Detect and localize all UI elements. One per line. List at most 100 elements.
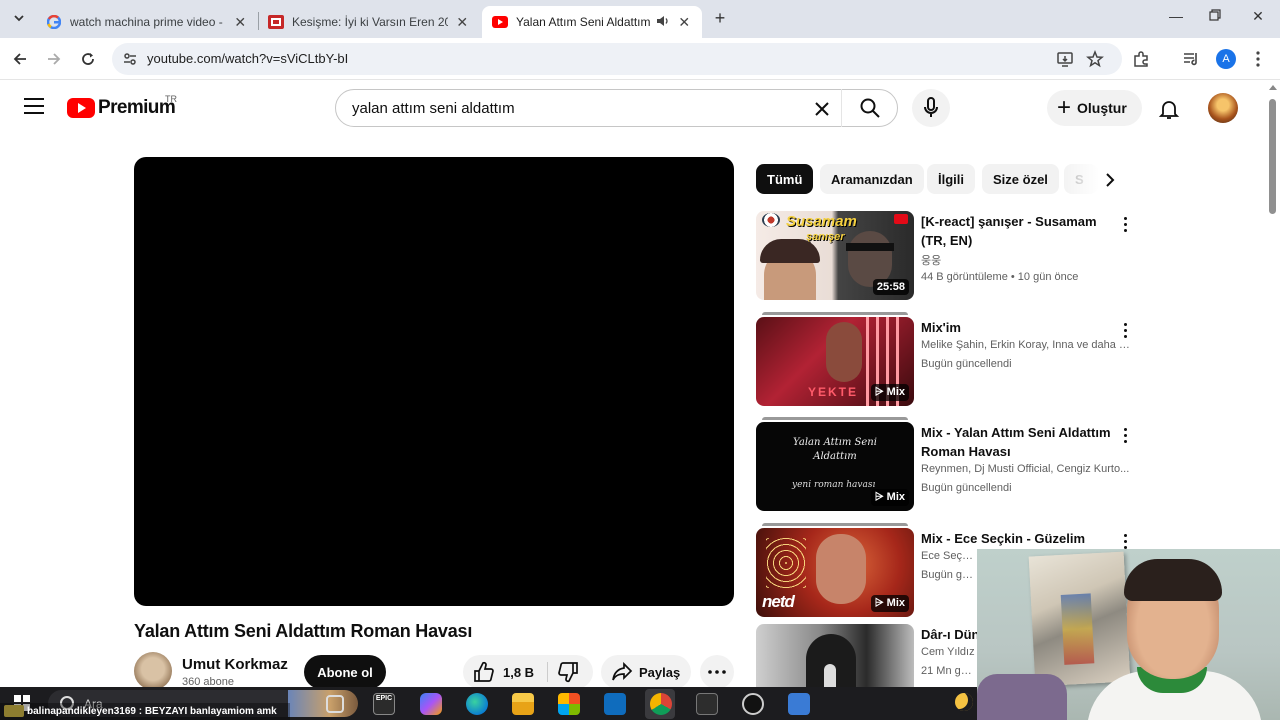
browser-profile-avatar[interactable]: A — [1216, 49, 1236, 69]
create-button[interactable]: + Oluştur — [1047, 90, 1142, 126]
notifications-bell-icon[interactable] — [1157, 97, 1181, 121]
media-controls-icon[interactable] — [1181, 49, 1201, 69]
chevron-right-icon — [1106, 173, 1115, 187]
chip-all[interactable]: Tümü — [756, 164, 814, 194]
scroll-up-arrow-icon[interactable] — [1269, 85, 1277, 90]
turkey-flag-icon — [894, 214, 908, 224]
edge-icon[interactable] — [466, 693, 488, 715]
thumbnail-person — [824, 664, 836, 687]
close-tab-icon[interactable]: ✕ — [454, 14, 470, 31]
recommendation-channel[interactable]: 웅웅 — [921, 252, 1131, 268]
google-icon — [46, 14, 62, 30]
chrome-icon[interactable] — [650, 693, 672, 715]
menu-icon[interactable] — [24, 98, 44, 118]
mix-badge: ⩥ Mix — [870, 384, 909, 401]
browser-tab-2[interactable]: Kesişme: İyi ki Varsın Eren 2022 ✕ — [258, 6, 480, 38]
webcam-overlay — [977, 549, 1280, 720]
chip-for-you[interactable]: Size özel — [982, 164, 1059, 194]
recommendation-title[interactable]: [K-react] şanışer - Susamam (TR, EN) — [921, 212, 1116, 250]
address-bar[interactable]: youtube.com/watch?v=sViCLtbY-bI — [112, 43, 1122, 75]
close-tab-icon[interactable]: ✕ — [232, 14, 248, 31]
share-button[interactable]: Paylaş — [601, 655, 691, 689]
recommendation-item[interactable]: YEKTE ⩥ Mix Mix'im Melike Şahin, Erkin K… — [756, 312, 1136, 407]
scrollbar-thumb[interactable] — [1269, 99, 1276, 214]
recommendation-meta: Bugün güncellendi — [921, 358, 1012, 370]
recommendation-title[interactable]: Mix'im — [921, 318, 1116, 337]
thumbnail-person — [816, 534, 866, 604]
site-info-icon[interactable] — [122, 51, 138, 67]
browser-tab-3-active[interactable]: Yalan Attım Seni Aldattım R ✕ — [482, 6, 702, 38]
microsoft-store-icon[interactable] — [558, 693, 580, 715]
video-thumbnail[interactable]: Yalan Attım Seni Aldattım yeni roman hav… — [756, 422, 914, 511]
davinci-resolve-icon[interactable] — [696, 693, 718, 715]
thumbs-down-icon — [558, 662, 578, 683]
night-light-icon[interactable] — [955, 693, 973, 711]
subscribe-button[interactable]: Abone ol — [304, 655, 386, 689]
chip-related[interactable]: İlgili — [927, 164, 975, 194]
video-title: Yalan Attım Seni Aldattım Roman Havası — [134, 621, 473, 641]
outlook-icon[interactable] — [604, 693, 626, 715]
more-options-icon[interactable] — [1118, 215, 1132, 233]
tab-title: Yalan Attım Seni Aldattım R — [516, 15, 653, 29]
recommendation-item[interactable]: Yalan Attım Seni Aldattım yeni roman hav… — [756, 417, 1136, 512]
video-player[interactable] — [134, 157, 734, 606]
more-options-icon[interactable] — [1118, 426, 1132, 444]
new-tab-button[interactable]: + — [710, 8, 730, 28]
chip-from-search[interactable]: Aramanızdan — [820, 164, 924, 194]
recommendation-channel[interactable]: Cem Yıldız — [921, 646, 976, 658]
recommendation-title[interactable]: Mix - Ece Seçkin - Güzelim — [921, 529, 1116, 548]
search-button[interactable] — [841, 89, 898, 127]
like-button[interactable]: 1,8 B — [473, 661, 534, 683]
recommendation-channel[interactable]: Melike Şahin, Erkin Koray, Inna ve daha … — [921, 339, 1131, 351]
chip-scroll-right-button[interactable] — [1098, 168, 1122, 192]
copilot-icon[interactable] — [420, 693, 442, 715]
file-explorer-icon[interactable] — [512, 693, 534, 715]
tab-search-button[interactable] — [8, 7, 30, 29]
person-hair — [1124, 559, 1222, 601]
audio-playing-icon[interactable] — [656, 15, 670, 30]
more-options-icon[interactable] — [1118, 532, 1132, 550]
install-app-icon[interactable] — [1056, 50, 1074, 68]
search-box[interactable]: yalan attım seni aldattım — [335, 89, 898, 127]
dislike-button[interactable] — [557, 661, 579, 688]
thumbnail-lights — [866, 317, 869, 406]
epic-games-icon[interactable]: EPIC — [373, 693, 395, 715]
calculator-icon[interactable] — [788, 693, 810, 715]
video-thumbnail[interactable] — [756, 624, 914, 687]
youtube-premium-logo[interactable]: Premium — [67, 97, 176, 119]
clear-search-icon[interactable] — [811, 98, 833, 120]
task-view-icon[interactable] — [326, 695, 344, 713]
video-thumbnail[interactable]: Susamam şanışer 25:58 — [756, 211, 914, 300]
more-options-icon[interactable] — [1118, 321, 1132, 339]
recommendation-item[interactable]: Susamam şanışer 25:58 [K-react] şanışer … — [756, 211, 1136, 301]
recommendation-channel[interactable]: Ece Seçkin, — [921, 550, 976, 562]
search-input[interactable]: yalan attım seni aldattım — [352, 100, 515, 117]
recommendation-meta: Bugün günc — [921, 569, 976, 581]
thumbnail-subtitle-text: yeni roman havası — [792, 480, 876, 490]
minimize-icon[interactable]: — — [1166, 8, 1186, 24]
channel-avatar[interactable] — [134, 652, 172, 690]
recommendation-title[interactable]: Dâr-ı Dün — [921, 625, 981, 644]
recommendation-channel[interactable]: Reynmen, Dj Musti Official, Cengiz Kurto… — [921, 463, 1131, 475]
close-tab-icon[interactable]: ✕ — [676, 14, 692, 31]
forward-icon[interactable] — [43, 48, 65, 70]
account-avatar[interactable] — [1208, 93, 1238, 123]
url-text: youtube.com/watch?v=sViCLtbY-bI — [147, 51, 349, 66]
back-icon[interactable] — [9, 48, 31, 70]
extensions-icon[interactable] — [1131, 49, 1151, 69]
recommendation-meta: 44 B görüntüleme • 10 gün önce — [921, 271, 1079, 283]
recommendation-title[interactable]: Mix - Yalan Attım Seni Aldattım Roman Ha… — [921, 423, 1116, 461]
browser-menu-icon[interactable] — [1248, 49, 1268, 69]
more-actions-button[interactable] — [700, 655, 734, 689]
browser-tab-1[interactable]: watch machina prime video - G ✕ — [36, 6, 258, 38]
channel-name[interactable]: Umut Korkmaz — [182, 656, 288, 673]
more-horizontal-icon — [708, 670, 726, 674]
bookmark-star-icon[interactable] — [1086, 49, 1104, 68]
video-thumbnail[interactable]: netd ⩥ Mix — [756, 528, 914, 617]
video-thumbnail[interactable]: YEKTE ⩥ Mix — [756, 317, 914, 406]
close-window-icon[interactable]: ✕ — [1248, 8, 1268, 25]
voice-search-button[interactable] — [912, 89, 950, 127]
restore-icon[interactable] — [1205, 8, 1225, 24]
reload-icon[interactable] — [77, 48, 99, 70]
obs-studio-icon[interactable] — [742, 693, 764, 715]
